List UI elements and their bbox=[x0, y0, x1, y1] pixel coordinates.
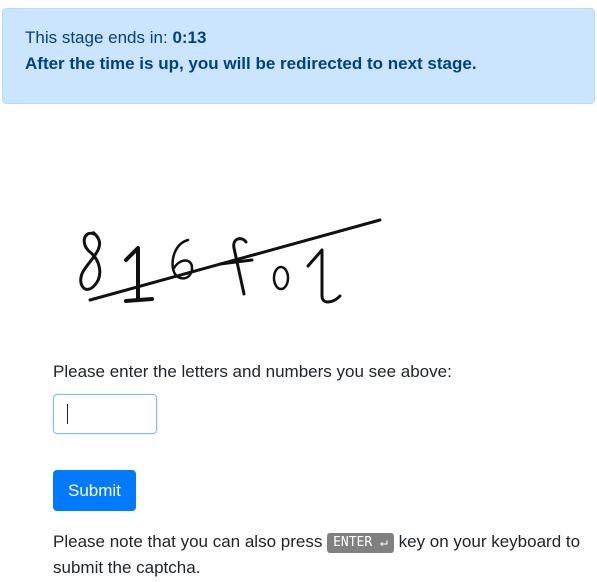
timer-alert: This stage ends in: 0:13 After the time … bbox=[2, 8, 595, 104]
submit-button[interactable]: Submit bbox=[53, 470, 136, 511]
enter-key-badge: ENTER ↵ bbox=[327, 533, 394, 553]
text-cursor bbox=[67, 404, 68, 424]
captcha-prompt: Please enter the letters and numbers you… bbox=[53, 362, 452, 381]
captcha-image bbox=[70, 200, 400, 320]
timer-value: 0:13 bbox=[172, 28, 207, 47]
note-text-before: Please note that you can also press bbox=[53, 532, 323, 551]
timer-prefix: This stage ends in: bbox=[25, 28, 168, 47]
captcha-graphic bbox=[79, 218, 382, 304]
redirect-message: After the time is up, you will be redire… bbox=[25, 54, 477, 73]
keyboard-note: Please note that you can also press ENTE… bbox=[53, 529, 593, 581]
captcha-input[interactable] bbox=[53, 394, 157, 434]
timer-line: This stage ends in: 0:13 bbox=[25, 25, 572, 51]
